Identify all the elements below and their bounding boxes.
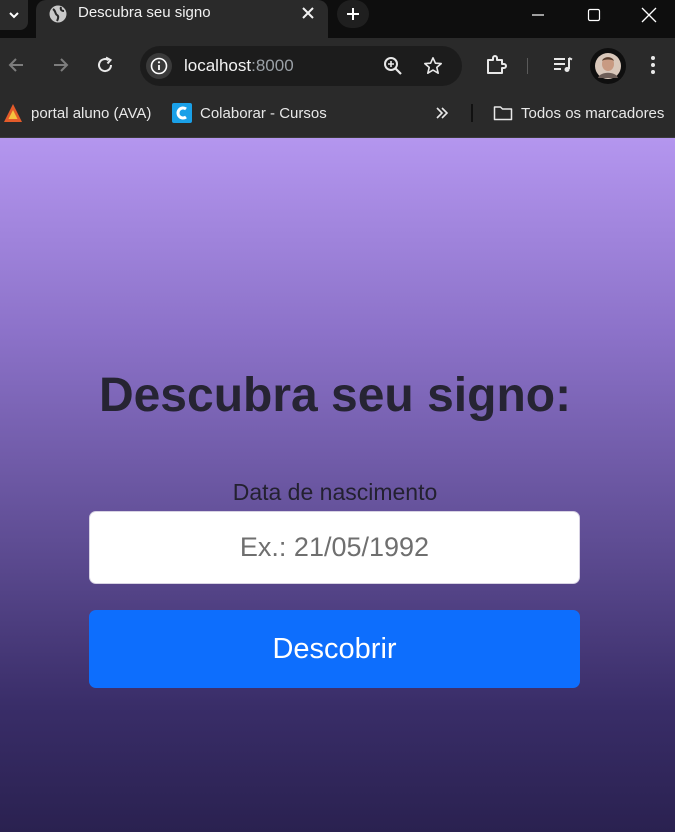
page-viewport: Descubra seu signo: Data de nascimento D…	[0, 138, 675, 832]
browser-menu-button[interactable]	[640, 52, 666, 78]
info-icon	[150, 57, 168, 75]
profile-avatar-button[interactable]	[590, 48, 626, 84]
browser-toolbar: localhost:8000	[0, 38, 675, 92]
zoom-in-icon	[384, 57, 402, 75]
tab-strip: Descubra seu signo	[0, 0, 675, 38]
bookmark-label: Colaborar - Cursos	[200, 104, 327, 122]
zoom-button[interactable]	[380, 53, 406, 79]
chevron-double-right-icon	[436, 107, 449, 119]
star-icon	[424, 57, 442, 74]
all-bookmarks-label: Todos os marcadores	[521, 104, 665, 122]
extensions-button[interactable]	[483, 52, 509, 78]
bookmark-portal-aluno[interactable]: portal aluno (AVA)	[3, 102, 151, 124]
bookmarks-bar: portal aluno (AVA) Colaborar - Cursos To…	[0, 92, 675, 138]
minimize-icon	[532, 14, 544, 16]
minimize-button[interactable]	[510, 0, 566, 30]
playlist-music-icon	[554, 57, 573, 72]
tab-active[interactable]: Descubra seu signo	[36, 0, 328, 38]
all-bookmarks-folder[interactable]: Todos os marcadores	[493, 102, 664, 124]
birthdate-input[interactable]	[89, 511, 580, 584]
bookmark-label: portal aluno (AVA)	[31, 104, 152, 122]
close-tab-icon[interactable]	[298, 3, 318, 23]
globe-icon	[49, 5, 67, 23]
bookmarks-overflow-button[interactable]	[434, 102, 450, 124]
maximize-icon	[587, 8, 601, 22]
plus-icon	[347, 8, 359, 20]
avatar-icon	[595, 53, 621, 79]
chevron-down-icon	[9, 12, 19, 19]
forward-button[interactable]	[48, 52, 74, 78]
arrow-right-icon	[54, 58, 69, 72]
reload-icon	[98, 56, 113, 73]
url-text[interactable]: localhost:8000	[184, 57, 294, 75]
colaborar-c-icon	[172, 103, 192, 123]
site-info-button[interactable]	[146, 53, 172, 79]
back-button[interactable]	[3, 52, 29, 78]
close-icon	[641, 7, 656, 23]
folder-icon	[493, 106, 513, 121]
more-vertical-icon	[651, 56, 655, 74]
tab-search-button[interactable]	[0, 0, 28, 30]
media-controls-button[interactable]	[550, 52, 576, 78]
bookmark-star-button[interactable]	[420, 53, 446, 79]
bookmarks-divider	[471, 104, 473, 122]
reload-button[interactable]	[92, 52, 118, 78]
arrow-left-icon	[8, 58, 23, 72]
bookmark-colaborar[interactable]: Colaborar - Cursos	[172, 102, 327, 124]
maximize-button[interactable]	[566, 0, 622, 30]
discover-button[interactable]: Descobrir	[89, 610, 580, 688]
birthdate-label: Data de nascimento	[232, 479, 438, 505]
close-window-button[interactable]	[622, 0, 675, 30]
toolbar-divider	[527, 58, 528, 74]
url-port: :8000	[251, 56, 294, 75]
page-title: Descubra seu signo:	[98, 369, 572, 422]
url-host: localhost	[184, 56, 252, 75]
new-tab-button[interactable]	[337, 0, 369, 28]
puzzle-icon	[487, 55, 507, 74]
tab-title: Descubra seu signo	[78, 4, 211, 21]
ava-triangle-icon	[4, 104, 22, 122]
address-bar[interactable]: localhost:8000	[140, 46, 462, 86]
